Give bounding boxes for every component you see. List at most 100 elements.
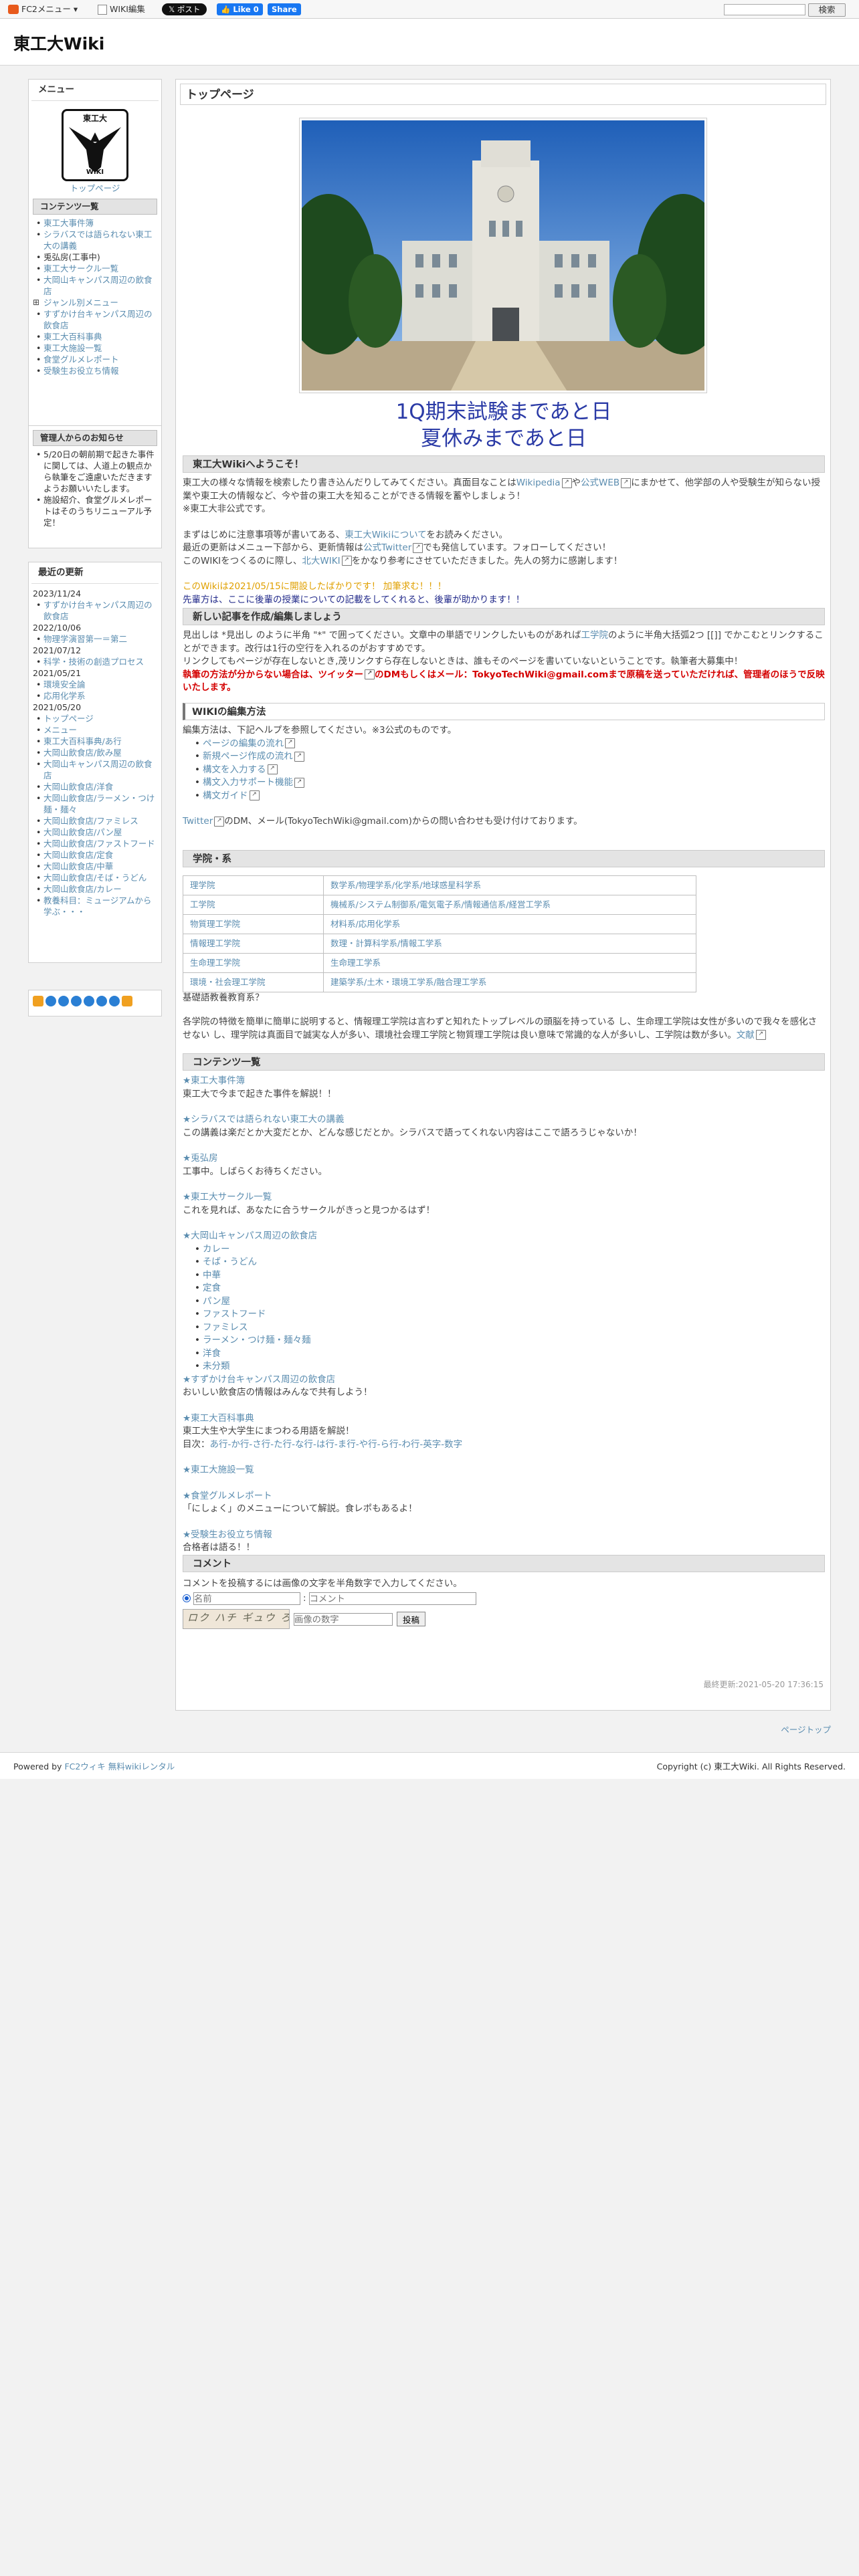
comment-field[interactable] xyxy=(308,1592,476,1605)
wikipedia-link[interactable]: Wikipedia xyxy=(516,477,572,488)
fc2-menu-button[interactable]: FC2メニュー ▾ xyxy=(8,3,78,15)
update-link[interactable]: 教養科目：ミュージアムから学ぶ・・・ xyxy=(33,895,157,918)
departments-cell[interactable]: 数学系/物理学系/化学系/地球惑星科学系 xyxy=(323,875,696,895)
content-link[interactable]: 東工大施設一覧 xyxy=(191,1465,254,1475)
official-web-link[interactable]: 公式WEB xyxy=(581,477,631,488)
update-link[interactable]: 大岡山飲食店/ラーメン・つけ麺・麺々 xyxy=(33,792,157,815)
content-item[interactable]: ★東工大施設一覧 xyxy=(183,1464,825,1477)
genre-link[interactable]: パン屋 xyxy=(183,1295,825,1309)
sidebar-item[interactable]: 食堂グルメレポート xyxy=(33,354,157,365)
sidebar-item[interactable]: 兎弘房(工事中) xyxy=(33,251,157,263)
content-item[interactable]: ★東工大百科事典 xyxy=(183,1412,825,1426)
school-cell[interactable]: 環境・社会理工学院 xyxy=(183,972,324,992)
school-cell[interactable]: 物質理工学院 xyxy=(183,914,324,934)
sidebar-item[interactable]: 大岡山キャンパス周辺の飲食店 xyxy=(33,274,157,297)
school-cell[interactable]: 理学院 xyxy=(183,875,324,895)
content-link[interactable]: 東工大サークル一覧 xyxy=(191,1192,272,1202)
school-cell[interactable]: 工学院 xyxy=(183,895,324,915)
update-link[interactable]: トップページ xyxy=(33,713,157,724)
sidebar-top-link[interactable]: トップページ xyxy=(70,183,120,193)
search-button[interactable]: 検索 xyxy=(808,3,846,17)
facebook-like-button[interactable]: 👍 Like 0 xyxy=(217,3,263,15)
genre-link[interactable]: カレー xyxy=(183,1243,825,1257)
update-link[interactable]: 大岡山飲食店/ファストフード xyxy=(33,838,157,849)
wiki-edit-link[interactable]: WIKI編集 xyxy=(98,3,145,15)
sidebar-item[interactable]: 東工大百科事典 xyxy=(33,331,157,342)
genre-link[interactable]: 洋食 xyxy=(183,1348,825,1361)
update-link[interactable]: 大岡山飲食店/定食 xyxy=(33,849,157,861)
site-title[interactable]: 東工大Wiki xyxy=(13,32,104,56)
genre-link[interactable]: 未分類 xyxy=(183,1360,825,1374)
genre-link[interactable]: ファミレス xyxy=(183,1321,825,1335)
index-links[interactable]: あ行-か行-さ行-た行-な行-は行-ま行-や行-ら行-わ行-英字-数字 xyxy=(210,1439,463,1450)
post-comment-button[interactable]: 投稿 xyxy=(397,1612,426,1626)
sidebar-item[interactable]: 東工大サークル一覧 xyxy=(33,263,157,274)
x-post-button[interactable]: 𝕏 ポスト xyxy=(162,3,207,15)
update-link[interactable]: 大岡山飲食店/パン屋 xyxy=(33,827,157,838)
content-item[interactable]: ★兎弘房 xyxy=(183,1152,825,1166)
departments-cell[interactable]: 機械系/システム制御系/電気電子系/情報通信系/経営工学系 xyxy=(323,895,696,915)
rental-link[interactable]: 無料wikiレンタル xyxy=(108,1761,175,1772)
help-link[interactable]: 構文入力サポート機能 xyxy=(183,776,825,790)
departments-cell[interactable]: 生命理工学系 xyxy=(323,953,696,973)
genre-link[interactable]: そば・うどん xyxy=(183,1256,825,1269)
sidebar-item[interactable]: 受験生お役立ち情報 xyxy=(33,365,157,377)
content-item[interactable]: ★東工大事件簿 xyxy=(183,1075,825,1088)
content-link[interactable]: 受験生お役立ち情報 xyxy=(191,1529,272,1540)
content-link[interactable]: 食堂グルメレポート xyxy=(191,1491,272,1501)
hokudai-wiki-link[interactable]: 北大WIKI xyxy=(302,556,351,566)
reference-link[interactable]: 文献 xyxy=(737,1030,766,1041)
facebook-share-button[interactable]: Share xyxy=(268,3,301,15)
content-item[interactable]: ★大岡山キャンパス周辺の飲食店 xyxy=(183,1230,825,1243)
about-wiki-link[interactable]: 東工大Wikiについて xyxy=(345,530,426,540)
fc2wiki-link[interactable]: FC2ウィキ xyxy=(64,1761,105,1772)
update-link[interactable]: 応用化学系 xyxy=(33,690,157,702)
search-input[interactable] xyxy=(724,4,805,15)
update-link[interactable]: メニュー xyxy=(33,724,157,736)
school-cell[interactable]: 情報理工学院 xyxy=(183,934,324,954)
update-link[interactable]: 東工大百科事典/あ行 xyxy=(33,736,157,747)
help-link[interactable]: 構文ガイド xyxy=(183,790,825,803)
genre-link[interactable]: ファストフード xyxy=(183,1308,825,1321)
sidebar-item[interactable]: ジャンル別メニュー xyxy=(33,297,157,308)
help-link[interactable]: ページの編集の流れ xyxy=(183,738,825,751)
help-link[interactable]: 新規ページ作成の流れ xyxy=(183,750,825,764)
update-link[interactable]: 大岡山飲食店/ファミレス xyxy=(33,815,157,827)
departments-cell[interactable]: 材料系/応用化学系 xyxy=(323,914,696,934)
update-link[interactable]: 大岡山飲食店/そば・うどん xyxy=(33,872,157,883)
sidebar-item[interactable]: シラバスでは語られない東工大の講義 xyxy=(33,229,157,251)
update-link[interactable]: 環境安全論 xyxy=(33,679,157,690)
update-link[interactable]: 大岡山飲食店/中華 xyxy=(33,861,157,872)
update-link[interactable]: 科学・技術の創造プロセス xyxy=(33,656,157,667)
twitter-link-icon[interactable] xyxy=(363,669,375,680)
update-link[interactable]: 大岡山飲食店/カレー xyxy=(33,883,157,895)
content-link[interactable]: 東工大事件簿 xyxy=(191,1075,245,1086)
content-item[interactable]: ★受験生お役立ち情報 xyxy=(183,1529,825,1542)
content-item[interactable]: ★シラバスでは語られない東工大の講義 xyxy=(183,1113,825,1127)
departments-cell[interactable]: 数理・計算科学系/情報工学系 xyxy=(323,934,696,954)
content-link[interactable]: すずかけ台キャンパス周辺の飲食店 xyxy=(191,1374,335,1385)
wiki-logo[interactable]: 東工大 WIKI xyxy=(62,108,128,181)
content-link[interactable]: シラバスでは語られない東工大の講義 xyxy=(191,1114,344,1125)
update-link[interactable]: 物理学演習第一＝第二 xyxy=(33,633,157,645)
update-link[interactable]: すずかけ台キャンパス周辺の飲食店 xyxy=(33,599,157,622)
update-link[interactable]: 大岡山飲食店/飲み屋 xyxy=(33,747,157,758)
genre-link[interactable]: 中華 xyxy=(183,1269,825,1283)
kogakuin-example-link[interactable]: 工学院 xyxy=(581,630,609,641)
content-item[interactable]: ★東工大サークル一覧 xyxy=(183,1191,825,1204)
school-cell[interactable]: 生命理工学院 xyxy=(183,953,324,973)
twitter-contact-link[interactable]: Twitter xyxy=(183,816,224,827)
content-link[interactable]: 東工大百科事典 xyxy=(191,1413,254,1424)
genre-link[interactable]: 定食 xyxy=(183,1282,825,1295)
content-link[interactable]: 兎弘房 xyxy=(191,1153,218,1164)
content-item[interactable]: ★食堂グルメレポート xyxy=(183,1490,825,1503)
genre-link[interactable]: ラーメン・つけ麺・麺々麺 xyxy=(183,1334,825,1348)
captcha-field[interactable] xyxy=(294,1612,393,1626)
name-field[interactable] xyxy=(193,1592,300,1605)
help-link[interactable]: 構文を入力する xyxy=(183,764,825,777)
departments-cell[interactable]: 建築学系/土木・環境工学系/融合理工学系 xyxy=(323,972,696,992)
page-top-link[interactable]: ページトップ xyxy=(781,1724,831,1736)
official-twitter-link[interactable]: 公式Twitter xyxy=(363,542,423,553)
sidebar-item[interactable]: すずかけ台キャンパス周辺の飲食店 xyxy=(33,308,157,331)
comment-radio[interactable] xyxy=(183,1594,191,1603)
